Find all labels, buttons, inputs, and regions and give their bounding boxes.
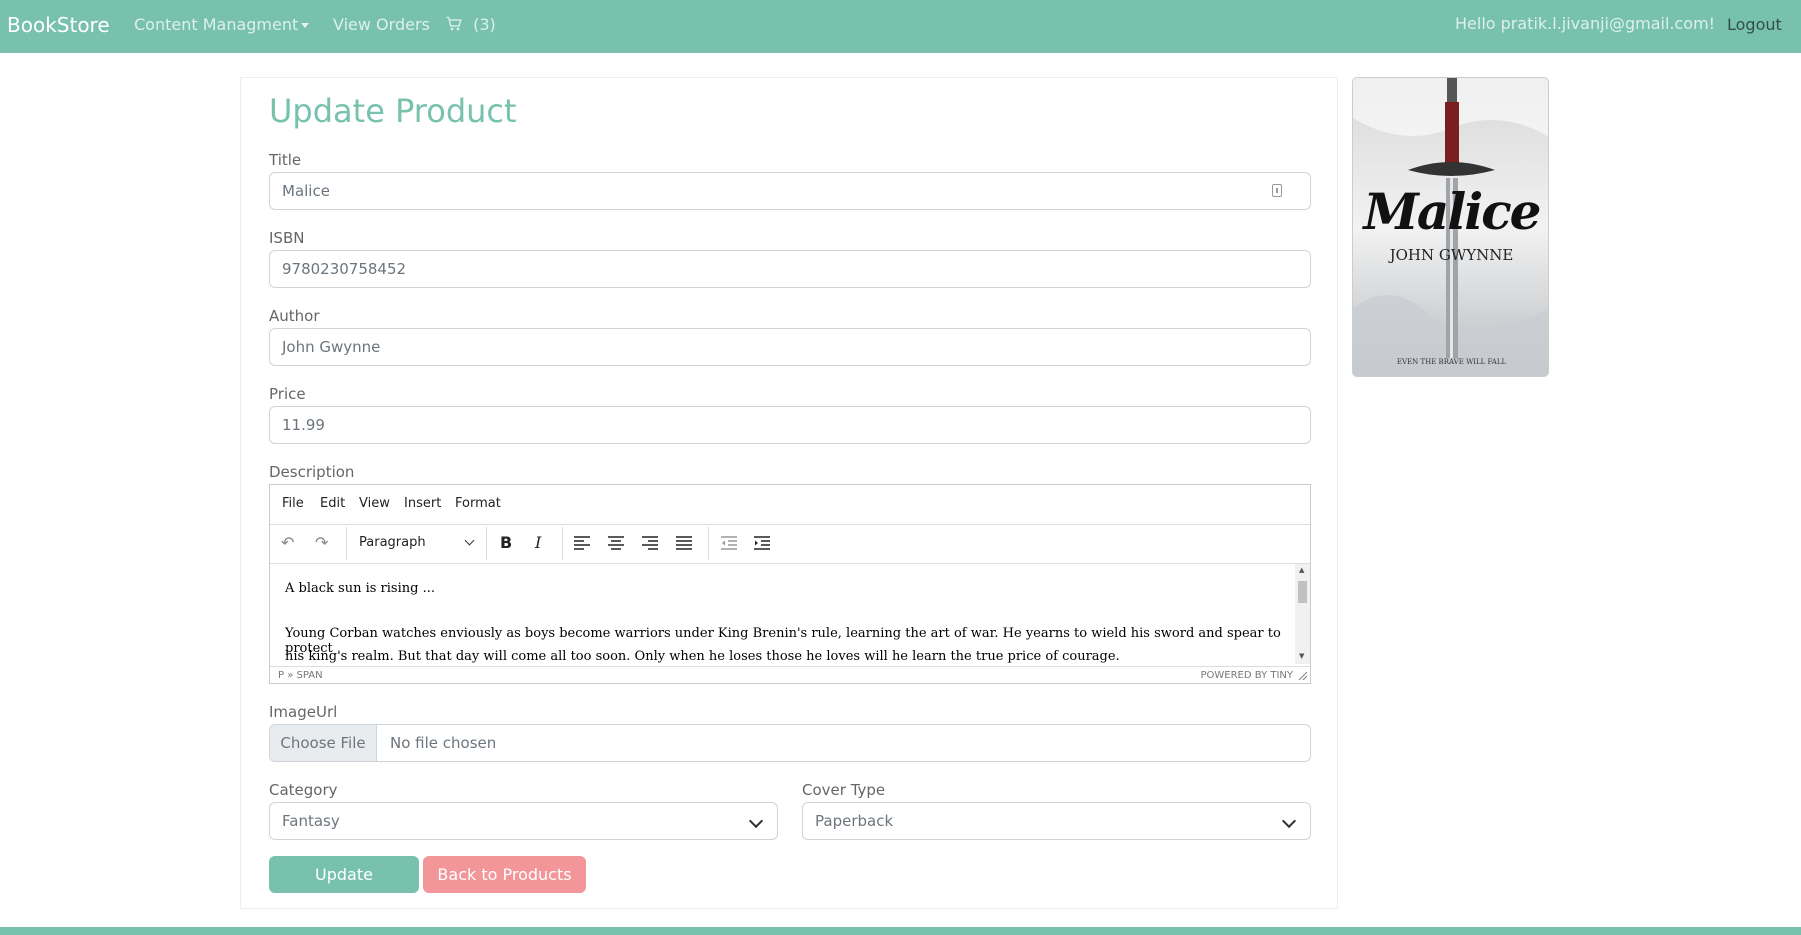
block-format-value: Paragraph	[359, 535, 426, 550]
category-select[interactable]: Fantasy	[269, 802, 778, 840]
autofill-key-icon[interactable]	[1272, 184, 1282, 197]
brand-link[interactable]: BookStore	[7, 13, 110, 37]
align-left-icon[interactable]	[574, 536, 590, 550]
image-url-label: ImageUrl	[269, 703, 338, 721]
back-to-products-button[interactable]: Back to Products	[423, 856, 586, 893]
content-management-label: Content Managment	[134, 15, 299, 34]
editor-scrollbar[interactable]: ▲ ▼	[1295, 564, 1310, 664]
menu-format[interactable]: Format	[455, 496, 501, 511]
description-paragraph-1: A black sun is rising ...	[285, 581, 435, 596]
description-label: Description	[269, 463, 355, 481]
cover-author: JOHN GWYNNE	[1389, 246, 1514, 264]
element-path[interactable]: P » SPAN	[278, 670, 323, 681]
page-title: Update Product	[269, 92, 517, 130]
cover-tagline: EVEN THE BRAVE WILL FALL	[1396, 358, 1507, 366]
editor-content[interactable]: A black sun is rising ... Young Corban w…	[270, 564, 1293, 664]
outdent-icon[interactable]	[721, 536, 737, 550]
chevron-down-icon	[1281, 813, 1297, 829]
toolbar-divider	[708, 527, 709, 560]
toolbar-divider	[562, 527, 563, 560]
title-label: Title	[269, 151, 302, 169]
price-label: Price	[269, 385, 306, 403]
align-right-icon[interactable]	[642, 536, 658, 550]
file-status: No file chosen	[390, 734, 497, 752]
menu-edit[interactable]: Edit	[320, 496, 345, 511]
top-navbar: BookStore Content Managment View Orders …	[0, 0, 1801, 53]
cart-link[interactable]: (3)	[446, 15, 496, 34]
menu-insert[interactable]: Insert	[404, 496, 441, 511]
editor-menubar: File Edit View Insert Format	[270, 485, 1310, 525]
price-input[interactable]: 11.99	[269, 406, 1311, 444]
rich-text-editor: File Edit View Insert Format ↶ ↷ Paragra…	[269, 484, 1311, 684]
bold-icon[interactable]: B	[500, 533, 512, 552]
align-justify-icon[interactable]	[676, 536, 692, 550]
italic-icon[interactable]: I	[535, 533, 541, 552]
scroll-up-icon[interactable]: ▲	[1299, 566, 1304, 574]
redo-icon[interactable]: ↷	[315, 533, 328, 552]
cover-type-select[interactable]: Paperback	[802, 802, 1311, 840]
user-greeting[interactable]: Hello pratik.l.jivanji@gmail.com!	[1455, 14, 1715, 33]
block-format-select[interactable]: Paragraph	[359, 535, 477, 550]
book-cover-image: Malice JOHN GWYNNE EVEN THE BRAVE WILL F…	[1352, 77, 1549, 377]
indent-icon[interactable]	[754, 536, 770, 550]
scrollbar-thumb[interactable]	[1298, 581, 1307, 603]
caret-down-icon	[301, 23, 310, 28]
align-center-icon[interactable]	[608, 536, 624, 550]
isbn-input[interactable]: 9780230758452	[269, 250, 1311, 288]
footer	[0, 927, 1801, 935]
undo-icon[interactable]: ↶	[281, 533, 294, 552]
isbn-label: ISBN	[269, 229, 305, 247]
image-file-input[interactable]: Choose File No file chosen	[269, 724, 1311, 762]
scroll-down-icon[interactable]: ▼	[1299, 652, 1304, 660]
resize-handle-icon[interactable]	[1299, 672, 1307, 680]
cover-type-value: Paperback	[815, 812, 894, 830]
view-orders-link[interactable]: View Orders	[333, 15, 430, 34]
cover-title: Malice	[1363, 182, 1542, 241]
cover-type-label: Cover Type	[802, 781, 886, 799]
chevron-down-icon	[464, 535, 475, 546]
editor-statusbar: P » SPAN POWERED BY TINY	[270, 666, 1310, 685]
content-management-dropdown[interactable]: Content Managment	[134, 15, 310, 34]
choose-file-button[interactable]: Choose File	[270, 725, 377, 761]
toolbar-divider	[486, 527, 487, 560]
editor-toolbar: ↶ ↷ Paragraph B I	[270, 524, 1310, 564]
category-label: Category	[269, 781, 338, 799]
category-value: Fantasy	[282, 812, 340, 830]
author-input[interactable]: John Gwynne	[269, 328, 1311, 366]
cart-count: (3)	[473, 15, 496, 34]
title-value: Malice	[282, 182, 330, 200]
chevron-down-icon	[748, 813, 764, 829]
toolbar-divider	[346, 527, 347, 560]
description-paragraph-2-line-2: his king's realm. But that day will come…	[285, 649, 1120, 664]
powered-by-tiny[interactable]: POWERED BY TINY	[1201, 670, 1294, 681]
update-button[interactable]: Update	[269, 856, 419, 893]
cart-icon	[446, 16, 462, 31]
logout-button[interactable]: Logout	[1727, 15, 1782, 34]
menu-file[interactable]: File	[282, 496, 304, 511]
menu-view[interactable]: View	[359, 496, 390, 511]
title-input[interactable]: Malice	[269, 172, 1311, 210]
author-label: Author	[269, 307, 320, 325]
